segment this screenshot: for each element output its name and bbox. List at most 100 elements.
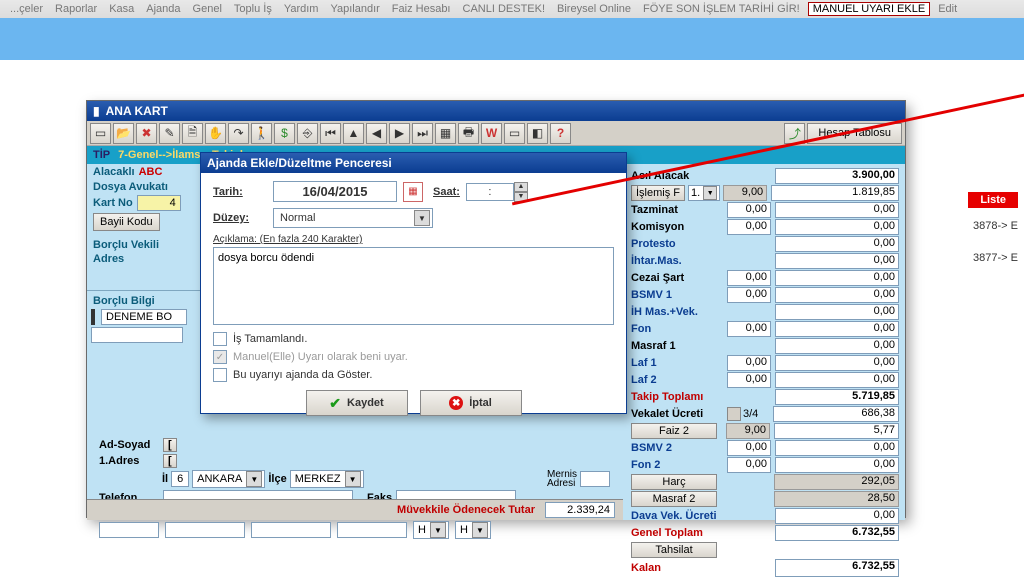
chk-ajanda-goster[interactable]: Bu uyarıyı ajanda da Göster. <box>213 368 614 382</box>
tarih-field[interactable]: 16/04/2015 <box>273 181 397 202</box>
tool-prev-icon[interactable]: ◀ <box>366 123 387 144</box>
menu-item[interactable]: Raporlar <box>51 3 101 15</box>
borclu-deneme-field[interactable]: DENEME BO <box>101 309 187 325</box>
laf1-rate[interactable]: 0,00 <box>727 355 771 371</box>
il-code-field[interactable]: 6 <box>171 471 189 487</box>
duzey-select[interactable]: Normal▼ <box>273 208 433 228</box>
mernis-field[interactable] <box>580 471 610 487</box>
ilce-select[interactable]: MERKEZ▼ <box>290 470 364 488</box>
bsmv2-amount[interactable]: 0,00 <box>775 440 899 456</box>
menu-item[interactable]: Kasa <box>105 3 138 15</box>
tool-next-icon[interactable]: ▶ <box>389 123 410 144</box>
aciklama-textarea[interactable] <box>213 247 614 325</box>
tool-grid-icon[interactable]: ▦ <box>435 123 456 144</box>
masraf1-amount[interactable]: 0,00 <box>775 338 899 354</box>
menu-item[interactable]: Toplu İş <box>230 3 276 15</box>
tazminat-rate[interactable]: 0,00 <box>727 202 771 218</box>
tool-new-icon[interactable]: ▭ <box>90 123 111 144</box>
tool-person-icon[interactable]: 🚶 <box>251 123 272 144</box>
menu-manuel-uyari-ekle[interactable]: MANUEL UYARI EKLE <box>808 2 930 16</box>
faiz2-button[interactable]: Faiz 2 <box>631 423 717 439</box>
islemis-faiz-button[interactable]: İşlemiş F <box>631 185 685 201</box>
bsmv2-rate[interactable]: 0,00 <box>727 440 771 456</box>
liste-tab[interactable]: Liste <box>968 192 1018 208</box>
bayii-kodu-button[interactable]: Bayii Kodu <box>93 213 160 231</box>
borclu-empty-field[interactable] <box>91 327 183 343</box>
masraf2-button[interactable]: Masraf 2 <box>631 491 717 507</box>
menu-item[interactable]: Yapılandır <box>326 3 383 15</box>
mbb-select[interactable]: H▼ <box>413 521 449 539</box>
tool-help-icon[interactable]: ? <box>550 123 571 144</box>
harc-button[interactable]: Harç <box>631 474 717 490</box>
fon-rate[interactable]: 0,00 <box>727 321 771 337</box>
check-icon: ✔ <box>329 395 341 412</box>
davavek-amount[interactable]: 0,00 <box>775 508 899 524</box>
tahsilat-button[interactable]: Tahsilat <box>631 542 717 558</box>
tool-x-icon[interactable]: ✖ <box>136 123 157 144</box>
bsmv1-rate[interactable]: 0,00 <box>727 287 771 303</box>
kart-no-field[interactable]: 4 <box>137 195 181 211</box>
tool-print-icon[interactable]: 🖶 <box>458 123 479 144</box>
tool-redo-icon[interactable]: ↷ <box>228 123 249 144</box>
laf1-amount[interactable]: 0,00 <box>775 355 899 371</box>
menu-item[interactable]: CANLI DESTEK! <box>459 3 550 15</box>
iptal-button[interactable]: ✖İptal <box>420 390 522 416</box>
menu-item[interactable]: Bireysel Online <box>553 3 635 15</box>
cezai-rate[interactable]: 0,00 <box>727 270 771 286</box>
tool-money-icon[interactable]: $ <box>274 123 295 144</box>
laf2-label: Laf 2 <box>631 374 727 386</box>
kaydet-button[interactable]: ✔Kaydet <box>306 390 408 416</box>
saat-field[interactable]: : <box>466 183 514 201</box>
itiraz-field[interactable] <box>337 522 407 538</box>
komisyon-amount[interactable]: 0,00 <box>775 219 899 235</box>
tool-open-icon[interactable]: 📂 <box>113 123 134 144</box>
adres1-button[interactable]: [ <box>163 454 177 468</box>
tool-w-icon[interactable]: W <box>481 123 502 144</box>
right-pane: Asıl Alacak 3.900,00 İşlemiş F 1.▼ 9,00 … <box>627 164 905 520</box>
islemis-faiz-select[interactable]: 1.▼ <box>688 185 720 201</box>
fon2-rate[interactable]: 0,00 <box>727 457 771 473</box>
fon2-amount[interactable]: 0,00 <box>775 457 899 473</box>
kesinlesme-field[interactable] <box>165 522 245 538</box>
ihtar-amount[interactable]: 0,00 <box>775 253 899 269</box>
menu-item[interactable]: Ajanda <box>142 3 184 15</box>
faiz2-amount[interactable]: 5,77 <box>774 423 899 439</box>
bsmv1-amount[interactable]: 0,00 <box>775 287 899 303</box>
teblig-field[interactable] <box>99 522 159 538</box>
dialog-titlebar: Ajanda Ekle/Düzeltme Penceresi <box>201 153 626 173</box>
tool-exit-icon[interactable]: ⎆ <box>297 123 318 144</box>
vekalet-checkbox[interactable] <box>727 407 741 421</box>
ihmas-amount[interactable]: 0,00 <box>775 304 899 320</box>
menu-item[interactable]: Yardım <box>280 3 323 15</box>
calendar-icon[interactable]: ▦ <box>403 182 423 202</box>
cezai-amount[interactable]: 0,00 <box>775 270 899 286</box>
tool-up-icon[interactable]: ▲ <box>343 123 364 144</box>
bila-select[interactable]: H▼ <box>455 521 491 539</box>
menu-item[interactable]: Genel <box>189 3 226 15</box>
asil-alacak-amount[interactable]: 3.900,00 <box>775 168 899 184</box>
tool-first-icon[interactable]: ⏮ <box>320 123 341 144</box>
tazminat-amount[interactable]: 0,00 <box>775 202 899 218</box>
tool-hand-icon[interactable]: ✋ <box>205 123 226 144</box>
ad-soyad-button[interactable]: [ <box>163 438 177 452</box>
protesto-amount[interactable]: 0,00 <box>775 236 899 252</box>
tool-last-icon[interactable]: ⏭ <box>412 123 433 144</box>
tool-edit-icon[interactable]: ◧ <box>527 123 548 144</box>
menu-item[interactable]: FÖYE SON İŞLEM TARİHİ GİR! <box>639 3 804 15</box>
il-select[interactable]: ANKARA▼ <box>192 470 265 488</box>
fon-amount[interactable]: 0,00 <box>775 321 899 337</box>
menu-item[interactable]: Faiz Hesabı <box>388 3 455 15</box>
chk-is-tamamlandi[interactable]: İş Tamamlandı. <box>213 332 614 346</box>
hesap-tablosu-button[interactable]: Hesap Tablosu <box>807 123 902 144</box>
tool-save-icon[interactable]: ✎ <box>159 123 180 144</box>
vekalet-amount[interactable]: 686,38 <box>773 406 899 422</box>
tool-doc-icon[interactable]: 🗎 <box>182 123 203 144</box>
son-odeme-field[interactable] <box>251 522 331 538</box>
menu-item[interactable]: Edit <box>934 3 961 15</box>
islemis-faiz-amount[interactable]: 1.819,85 <box>771 185 899 201</box>
laf2-rate[interactable]: 0,00 <box>727 372 771 388</box>
komisyon-rate[interactable]: 0,00 <box>727 219 771 235</box>
menu-item[interactable]: ...çeler <box>6 3 47 15</box>
tool-folder-icon[interactable]: ▭ <box>504 123 525 144</box>
laf2-amount[interactable]: 0,00 <box>775 372 899 388</box>
